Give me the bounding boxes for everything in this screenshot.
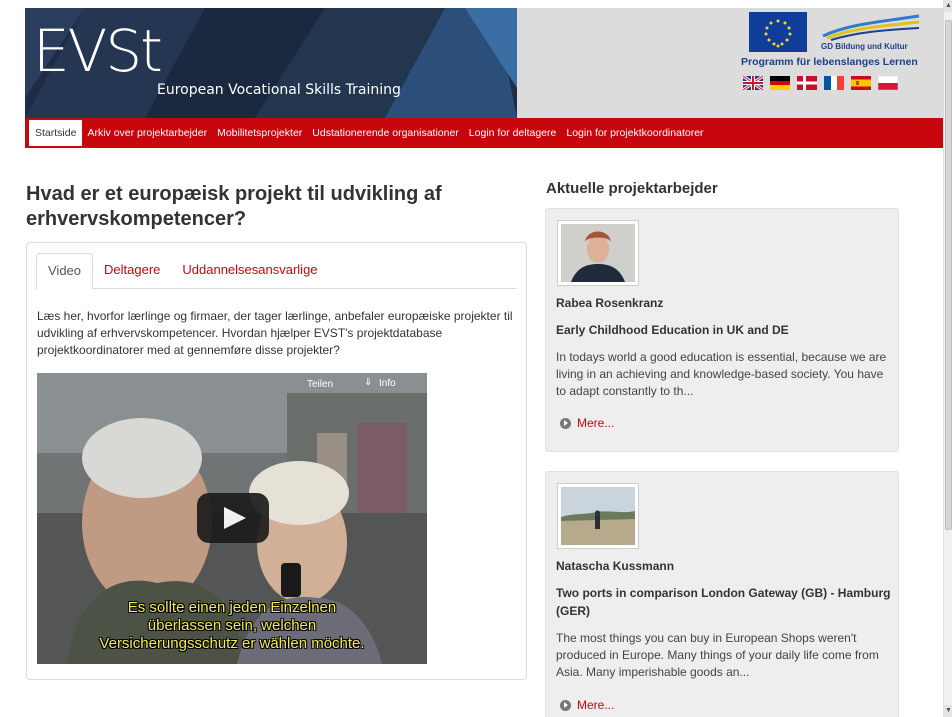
project-subject[interactable]: Early Childhood Education in UK and DE <box>556 321 892 339</box>
denmark-flag-icon[interactable] <box>797 76 817 90</box>
page: EVSt European Vocational Skills Training <box>0 0 952 717</box>
germany-flag-icon[interactable] <box>770 76 790 90</box>
project-summary: The most things you can buy in European … <box>556 631 879 679</box>
uk-flag-icon[interactable] <box>743 76 763 90</box>
language-flags <box>743 76 898 96</box>
project-author: Rabea Rosenkranz <box>556 296 664 310</box>
video-share-button[interactable]: Teilen <box>307 379 333 390</box>
nav-arkiv[interactable]: Arkiv over projektarbejder <box>82 118 212 148</box>
info-icon: ⇓ <box>364 377 373 388</box>
video-subtitles: Es sollte einen jeden Einzelnen überlass… <box>37 599 427 653</box>
project-card: Natascha Kussmann Two ports in compariso… <box>545 471 899 717</box>
nav-startside[interactable]: Startside <box>29 120 83 146</box>
project-summary: In todays world a good education is esse… <box>556 350 887 398</box>
more-label: Mere... <box>577 698 615 712</box>
gd-text: GD Bildung und Kultur <box>821 42 908 51</box>
video-player[interactable]: Teilen ⇓ Info Es sollte einen jeden Einz… <box>37 373 427 664</box>
scroll-down-icon[interactable]: ▼ <box>944 705 952 717</box>
poland-flag-icon[interactable] <box>878 76 898 90</box>
site-logo[interactable]: EVSt <box>33 22 163 80</box>
france-flag-icon[interactable] <box>824 76 844 90</box>
play-button[interactable] <box>197 493 269 543</box>
main-nav: Startside Arkiv over projektarbejder Mob… <box>25 118 943 148</box>
spain-flag-icon[interactable] <box>851 76 871 90</box>
gd-logo-icon <box>822 14 920 41</box>
site-subtitle: European Vocational Skills Training <box>157 82 401 98</box>
vertical-scrollbar[interactable]: ▲ ▼ <box>943 0 952 717</box>
eu-program-block: GD Bildung und Kultur Programm für leben… <box>741 12 931 116</box>
tab-deltagere[interactable]: Deltagere <box>93 253 171 288</box>
nav-mobilitetsprojekter[interactable]: Mobilitetsprojekter <box>212 118 307 148</box>
more-link[interactable]: Mere... <box>560 698 614 712</box>
program-text: Programm für lebenslanges Lernen <box>741 56 918 68</box>
project-thumbnail[interactable] <box>557 220 639 286</box>
arrow-circle-icon <box>560 417 571 429</box>
subtitle-line: Versicherungsschutz er wählen möchte. <box>99 635 365 652</box>
more-label: Mere... <box>577 416 615 430</box>
arrow-circle-icon <box>560 699 571 711</box>
eu-flag-icon <box>749 12 807 52</box>
project-subject[interactable]: Two ports in comparison London Gateway (… <box>556 584 892 620</box>
scroll-thumb[interactable] <box>945 20 952 530</box>
intro-text: Læs her, hvorfor lærlinge og firmaer, de… <box>37 309 513 357</box>
project-card: Rabea Rosenkranz Early Childhood Educati… <box>545 208 899 452</box>
tab-uddannelsesansvarlige[interactable]: Uddannelsesansvarlige <box>171 253 328 288</box>
tab-bar: Video Deltagere Uddannelsesansvarlige <box>36 253 517 290</box>
sidebar-title: Aktuelle projektarbejder <box>546 180 718 197</box>
subtitle-line: Es sollte einen jeden Einzelnen <box>127 599 337 616</box>
nav-login-deltagere[interactable]: Login for deltagere <box>464 118 562 148</box>
nav-login-koordinatorer[interactable]: Login for projektkoordinatorer <box>561 118 708 148</box>
banner: EVSt European Vocational Skills Training <box>25 8 517 118</box>
more-link[interactable]: Mere... <box>560 416 614 430</box>
subtitle-line: überlassen sein, welchen <box>147 617 317 634</box>
header: EVSt European Vocational Skills Training <box>25 8 943 118</box>
project-thumbnail[interactable] <box>557 483 639 549</box>
tab-video[interactable]: Video <box>36 253 94 290</box>
project-author: Natascha Kussmann <box>556 559 675 573</box>
tabs-panel: Video Deltagere Uddannelsesansvarlige Læ… <box>26 242 527 680</box>
scroll-up-icon[interactable]: ▲ <box>944 0 952 12</box>
video-info-button[interactable]: Info <box>379 378 396 389</box>
nav-udstationerende[interactable]: Udstationerende organisationer <box>307 118 464 148</box>
page-title: Hvad er et europæisk projekt til udvikli… <box>26 183 442 230</box>
